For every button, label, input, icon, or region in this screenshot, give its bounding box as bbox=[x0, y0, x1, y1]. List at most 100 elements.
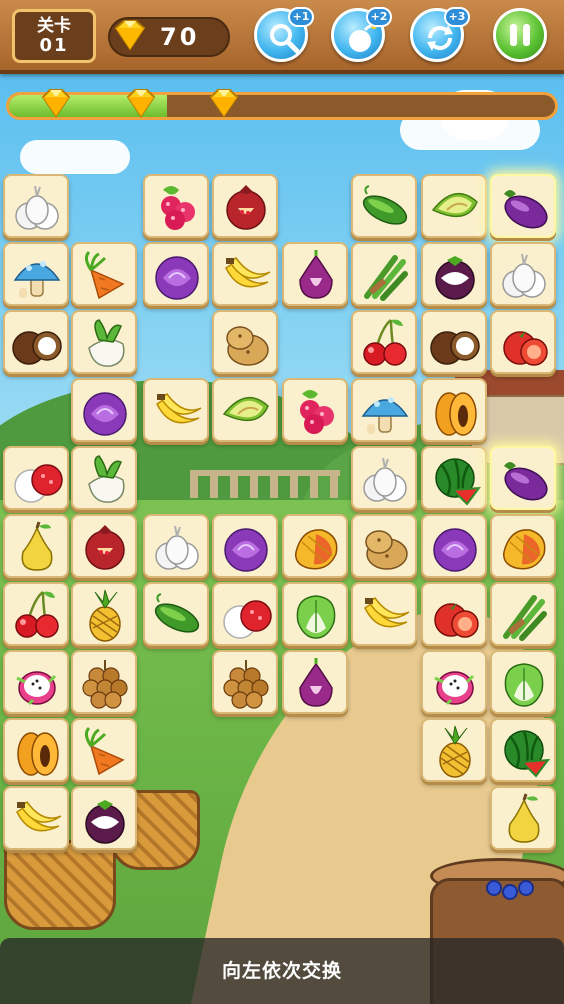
tile-potato[interactable] bbox=[351, 514, 417, 578]
tile-mango[interactable] bbox=[282, 514, 348, 578]
tile-banana[interactable] bbox=[351, 582, 417, 646]
pear-icon bbox=[508, 793, 540, 843]
eggplant-icon bbox=[504, 190, 548, 229]
tile-lychee-bunch[interactable] bbox=[71, 650, 137, 714]
tile-watermelon[interactable] bbox=[490, 718, 556, 782]
onion-icon bbox=[299, 250, 333, 299]
tile-garlic[interactable] bbox=[143, 514, 209, 578]
tile-raspberry[interactable] bbox=[282, 378, 348, 442]
tile-pear[interactable] bbox=[3, 514, 69, 578]
tile-onion[interactable] bbox=[282, 242, 348, 306]
tile-lychee[interactable] bbox=[3, 446, 69, 510]
carrot-icon bbox=[84, 726, 125, 776]
tile-papaya[interactable] bbox=[3, 718, 69, 782]
tile-banana[interactable] bbox=[212, 242, 278, 306]
coconut-icon bbox=[12, 331, 62, 365]
cabbage-icon bbox=[155, 256, 199, 300]
tile-bokchoy[interactable] bbox=[490, 650, 556, 714]
tile-radish[interactable] bbox=[71, 310, 137, 374]
tile-cherry[interactable] bbox=[3, 582, 69, 646]
radish-icon bbox=[88, 455, 125, 503]
tile-mangosteen[interactable] bbox=[71, 786, 137, 850]
lychee-bunch-icon bbox=[82, 660, 128, 709]
pineapple-icon bbox=[439, 725, 471, 778]
tile-cucumber[interactable] bbox=[351, 174, 417, 238]
tile-cabbage[interactable] bbox=[143, 242, 209, 306]
mushroom-icon bbox=[361, 397, 409, 434]
tile-watermelon[interactable] bbox=[421, 446, 487, 510]
tile-eggplant[interactable] bbox=[490, 174, 556, 238]
bokchoy-icon bbox=[504, 663, 544, 707]
pomegranate-icon bbox=[85, 525, 125, 570]
banana-icon bbox=[364, 596, 410, 628]
eggplant-icon bbox=[504, 462, 548, 501]
tile-banana[interactable] bbox=[3, 786, 69, 850]
tile-coconut[interactable] bbox=[3, 310, 69, 374]
tile-eggplant[interactable] bbox=[490, 446, 556, 510]
tile-tomato[interactable] bbox=[490, 310, 556, 374]
tile-papaya[interactable] bbox=[421, 378, 487, 442]
cabbage-icon bbox=[83, 392, 127, 436]
mangosteen-icon bbox=[85, 800, 125, 844]
tile-carrot[interactable] bbox=[71, 718, 137, 782]
tile-dragonfruit[interactable] bbox=[3, 650, 69, 714]
tile-pomegranate[interactable] bbox=[212, 174, 278, 238]
cucumber-icon bbox=[362, 185, 408, 225]
banana-icon bbox=[156, 392, 202, 424]
pear-icon bbox=[21, 521, 53, 571]
lychee-icon bbox=[14, 464, 63, 503]
mango-icon bbox=[503, 529, 546, 570]
tile-mushroom[interactable] bbox=[351, 378, 417, 442]
lychee-bunch-icon bbox=[223, 660, 269, 709]
tile-cucumber[interactable] bbox=[143, 582, 209, 646]
dragonfruit-icon bbox=[16, 671, 57, 706]
tile-cabbage[interactable] bbox=[71, 378, 137, 442]
hint-banner: 向左依次交换 bbox=[0, 938, 564, 1004]
raspberry-icon bbox=[300, 390, 334, 434]
game-board bbox=[0, 0, 564, 1004]
tile-mushroom[interactable] bbox=[3, 242, 69, 306]
tile-cabbage[interactable] bbox=[212, 514, 278, 578]
pineapple-icon bbox=[89, 589, 121, 642]
tile-bokchoy[interactable] bbox=[282, 582, 348, 646]
tile-lychee[interactable] bbox=[212, 582, 278, 646]
banana-icon bbox=[225, 256, 271, 288]
tile-garlic[interactable] bbox=[490, 242, 556, 306]
tile-potato[interactable] bbox=[212, 310, 278, 374]
tile-asparagus[interactable] bbox=[490, 582, 556, 646]
melon-icon bbox=[222, 397, 269, 422]
tile-asparagus[interactable] bbox=[351, 242, 417, 306]
tile-pineapple[interactable] bbox=[71, 582, 137, 646]
tile-lychee-bunch[interactable] bbox=[212, 650, 278, 714]
onion-icon bbox=[299, 658, 333, 707]
tile-pineapple[interactable] bbox=[421, 718, 487, 782]
tile-garlic[interactable] bbox=[3, 174, 69, 238]
tile-cherry[interactable] bbox=[351, 310, 417, 374]
tile-pear[interactable] bbox=[490, 786, 556, 850]
tile-mangosteen[interactable] bbox=[421, 242, 487, 306]
tile-mango[interactable] bbox=[490, 514, 556, 578]
tile-pomegranate[interactable] bbox=[71, 514, 137, 578]
mangosteen-icon bbox=[435, 256, 475, 300]
tile-melon[interactable] bbox=[212, 378, 278, 442]
coconut-icon bbox=[430, 331, 480, 365]
pomegranate-icon bbox=[226, 185, 266, 230]
lychee-icon bbox=[223, 600, 272, 639]
potato-icon bbox=[226, 326, 269, 366]
tile-coconut[interactable] bbox=[421, 310, 487, 374]
tile-tomato[interactable] bbox=[421, 582, 487, 646]
tile-garlic[interactable] bbox=[351, 446, 417, 510]
tile-onion[interactable] bbox=[282, 650, 348, 714]
tile-dragonfruit[interactable] bbox=[421, 650, 487, 714]
garlic-icon bbox=[363, 457, 407, 502]
tile-raspberry[interactable] bbox=[143, 174, 209, 238]
tile-melon[interactable] bbox=[421, 174, 487, 238]
radish-icon bbox=[88, 319, 125, 367]
tile-carrot[interactable] bbox=[71, 242, 137, 306]
papaya-icon bbox=[435, 392, 477, 436]
tile-cabbage[interactable] bbox=[421, 514, 487, 578]
dragonfruit-icon bbox=[434, 671, 475, 706]
tile-radish[interactable] bbox=[71, 446, 137, 510]
tile-banana[interactable] bbox=[143, 378, 209, 442]
asparagus-icon bbox=[503, 595, 547, 641]
